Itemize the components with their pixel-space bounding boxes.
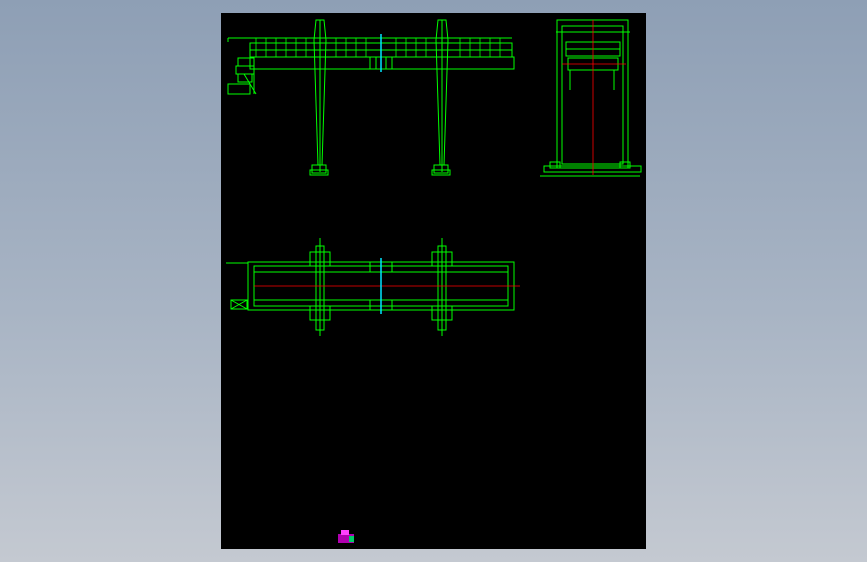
cad-drawing bbox=[226, 19, 642, 543]
cad-viewport[interactable] bbox=[0, 0, 867, 562]
side-elevation-view bbox=[540, 19, 642, 177]
front-elevation-view bbox=[227, 19, 515, 176]
magenta-cad-marker-icon[interactable] bbox=[338, 530, 354, 543]
plan-view bbox=[226, 238, 515, 336]
